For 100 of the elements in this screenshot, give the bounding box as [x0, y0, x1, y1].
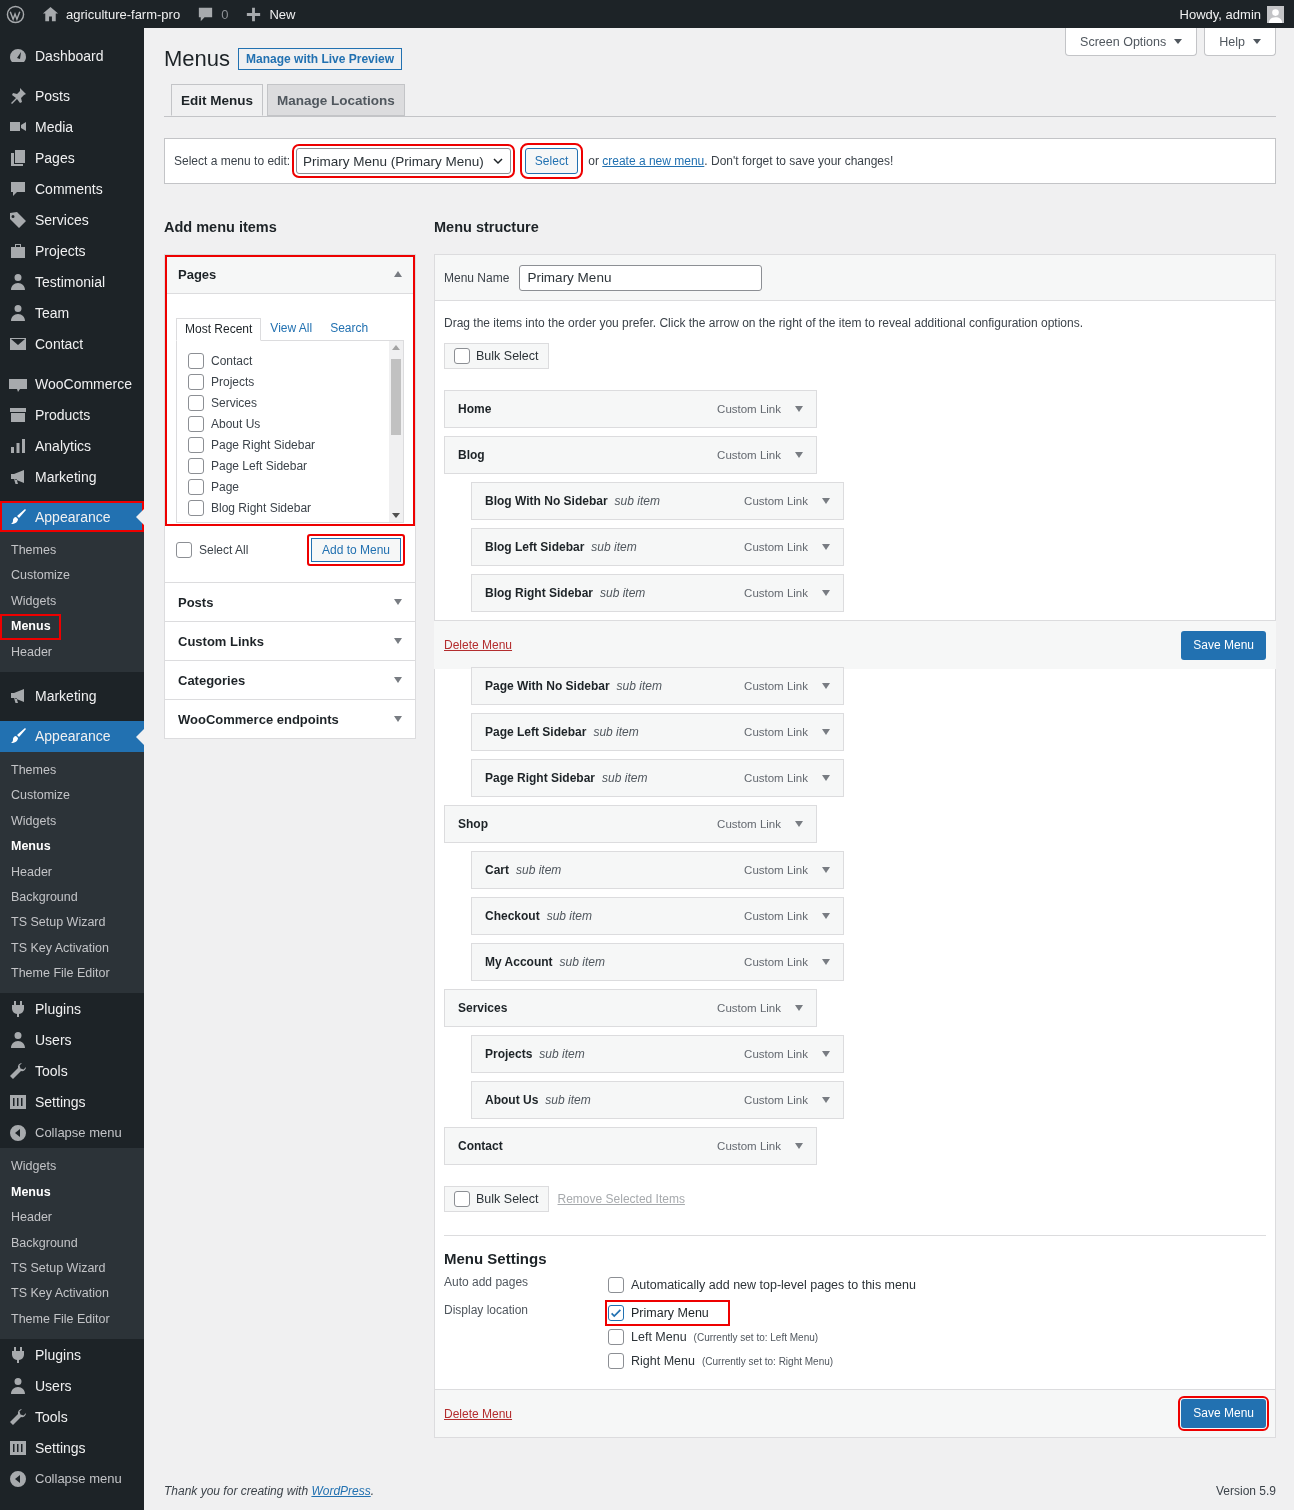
menu-item[interactable]: Products: [0, 399, 144, 430]
menu-item-bar[interactable]: Blog Right Sidebar sub item Custom Link: [471, 574, 844, 612]
caret-icon[interactable]: [394, 716, 402, 722]
accordion-header[interactable]: Categories: [165, 661, 415, 699]
tab[interactable]: Edit Menus: [171, 84, 263, 116]
caret-icon[interactable]: [795, 406, 803, 412]
submenu-item[interactable]: Background: [0, 884, 144, 911]
screen-meta-tab[interactable]: Help: [1204, 28, 1276, 56]
menu-item[interactable]: Marketing: [0, 461, 144, 492]
menu-item-bar[interactable]: Shop Custom Link: [444, 805, 817, 843]
menu-item-bar[interactable]: Cart sub item Custom Link: [471, 851, 844, 889]
checkbox[interactable]: [188, 395, 204, 411]
menu-item-bar[interactable]: About Us sub item Custom Link: [471, 1081, 844, 1119]
submenu-item[interactable]: Widgets: [0, 808, 144, 835]
checkbox[interactable]: [188, 374, 204, 390]
menu-item-bar[interactable]: Blog Left Sidebar sub item Custom Link: [471, 528, 844, 566]
menu-item[interactable]: Plugins: [0, 993, 144, 1025]
menu-item-bar[interactable]: Page Left Sidebar sub item Custom Link: [471, 713, 844, 751]
tab[interactable]: Manage Locations: [267, 84, 405, 116]
checkbox[interactable]: [188, 437, 204, 453]
caret-icon[interactable]: [822, 959, 830, 965]
menu-item[interactable]: Posts: [0, 80, 144, 111]
menu-item[interactable]: Tools: [0, 1401, 144, 1433]
add-to-menu-button[interactable]: Add to Menu: [306, 534, 405, 566]
site-name-link[interactable]: agriculture-farm-pro: [66, 6, 181, 22]
caret-icon[interactable]: [822, 590, 830, 596]
caret-icon[interactable]: [394, 599, 402, 605]
accordion-header[interactable]: WooCommerce endpoints: [165, 700, 415, 738]
caret-icon[interactable]: [822, 775, 830, 781]
checkbox[interactable]: [608, 1329, 624, 1345]
menu-item[interactable]: Settings: [0, 1432, 144, 1464]
tab[interactable]: Search: [321, 317, 378, 340]
checkbox[interactable]: [454, 348, 470, 364]
menu-item[interactable]: Collapse menu: [0, 1463, 144, 1495]
menu-item[interactable]: WooCommerce: [0, 368, 144, 399]
checkbox[interactable]: [608, 1305, 624, 1321]
checkbox[interactable]: [608, 1353, 624, 1369]
checkbox[interactable]: [188, 458, 204, 474]
menu-item[interactable]: Tools: [0, 1055, 144, 1087]
menu-item[interactable]: Users: [0, 1024, 144, 1056]
caret-icon[interactable]: [822, 1051, 830, 1057]
caret-icon[interactable]: [394, 271, 402, 277]
caret-icon[interactable]: [822, 729, 830, 735]
user-greeting[interactable]: Howdy, admin: [1179, 6, 1261, 22]
menu-item-bar[interactable]: Services Custom Link: [444, 989, 817, 1027]
menu-item[interactable]: Analytics: [0, 430, 144, 461]
submenu-item[interactable]: Theme File Editor: [0, 961, 144, 987]
submenu-item[interactable]: Theme File Editor: [0, 1306, 144, 1333]
menu-item[interactable]: Team: [0, 297, 144, 328]
checkbox[interactable]: [176, 542, 192, 558]
caret-icon[interactable]: [822, 867, 830, 873]
menu-item[interactable]: Contact: [0, 328, 144, 359]
submenu-item[interactable]: Widgets: [0, 1154, 144, 1180]
submenu-item[interactable]: Customize: [0, 563, 144, 589]
submenu-item[interactable]: Customize: [0, 783, 144, 809]
checkbox[interactable]: [188, 479, 204, 495]
menu-item-bar[interactable]: My Account sub item Custom Link: [471, 943, 844, 981]
submenu-item[interactable]: Background: [0, 1230, 144, 1257]
checkbox[interactable]: [454, 1191, 470, 1207]
submenu-item[interactable]: Header: [0, 859, 144, 885]
menu-item-bar[interactable]: Home Custom Link: [444, 390, 817, 428]
tab[interactable]: View All: [261, 317, 322, 340]
bulk-select-button[interactable]: Bulk Select: [444, 1186, 549, 1212]
wordpress-link[interactable]: WordPress: [311, 1484, 371, 1498]
submenu-item[interactable]: TS Key Activation: [0, 1281, 144, 1307]
delete-menu-link[interactable]: Delete Menu: [444, 1406, 513, 1421]
screen-meta-tab[interactable]: Screen Options: [1065, 28, 1198, 56]
caret-icon[interactable]: [394, 638, 402, 644]
wordpress-logo-icon[interactable]: [6, 4, 25, 24]
delete-menu-link[interactable]: Delete Menu: [444, 638, 513, 652]
caret-icon[interactable]: [822, 1097, 830, 1103]
caret-icon[interactable]: [795, 1005, 803, 1011]
menu-item[interactable]: Dashboard: [0, 40, 144, 71]
submenu-item[interactable]: Widgets: [0, 588, 144, 615]
menu-item[interactable]: Plugins: [0, 1339, 144, 1371]
submenu-item[interactable]: Header: [0, 1205, 144, 1231]
menu-item[interactable]: Appearance: [0, 501, 144, 532]
menu-name-field[interactable]: Primary Menu: [519, 264, 763, 291]
caret-icon[interactable]: [822, 913, 830, 919]
accordion-header[interactable]: Posts: [165, 583, 415, 621]
live-preview-button[interactable]: Manage with Live Preview: [238, 48, 403, 70]
bulk-select-button[interactable]: Bulk Select: [444, 343, 549, 369]
menu-item[interactable]: Comments: [0, 173, 144, 204]
checkbox[interactable]: [608, 1277, 624, 1293]
menu-item-bar[interactable]: Blog With No Sidebar sub item Custom Link: [471, 482, 844, 520]
checkbox[interactable]: [188, 500, 204, 516]
menu-item[interactable]: Settings: [0, 1086, 144, 1118]
caret-icon[interactable]: [795, 1143, 803, 1149]
submenu-item[interactable]: Header: [0, 639, 144, 665]
tab[interactable]: Most Recent: [176, 318, 262, 341]
submenu-item[interactable]: Themes: [0, 757, 144, 784]
menu-item-bar[interactable]: Page Right Sidebar sub item Custom Link: [471, 759, 844, 797]
menu-item-bar[interactable]: Projects sub item Custom Link: [471, 1035, 844, 1073]
checkbox[interactable]: [188, 353, 204, 369]
save-menu-button[interactable]: Save Menu: [1181, 1399, 1266, 1428]
submenu-item[interactable]: TS Key Activation: [0, 935, 144, 962]
menu-item[interactable]: Collapse menu: [0, 1117, 144, 1149]
menu-item[interactable]: Projects: [0, 235, 144, 266]
submenu-item[interactable]: TS Setup Wizard: [0, 1256, 144, 1282]
submenu-item[interactable]: Menus: [0, 834, 144, 860]
